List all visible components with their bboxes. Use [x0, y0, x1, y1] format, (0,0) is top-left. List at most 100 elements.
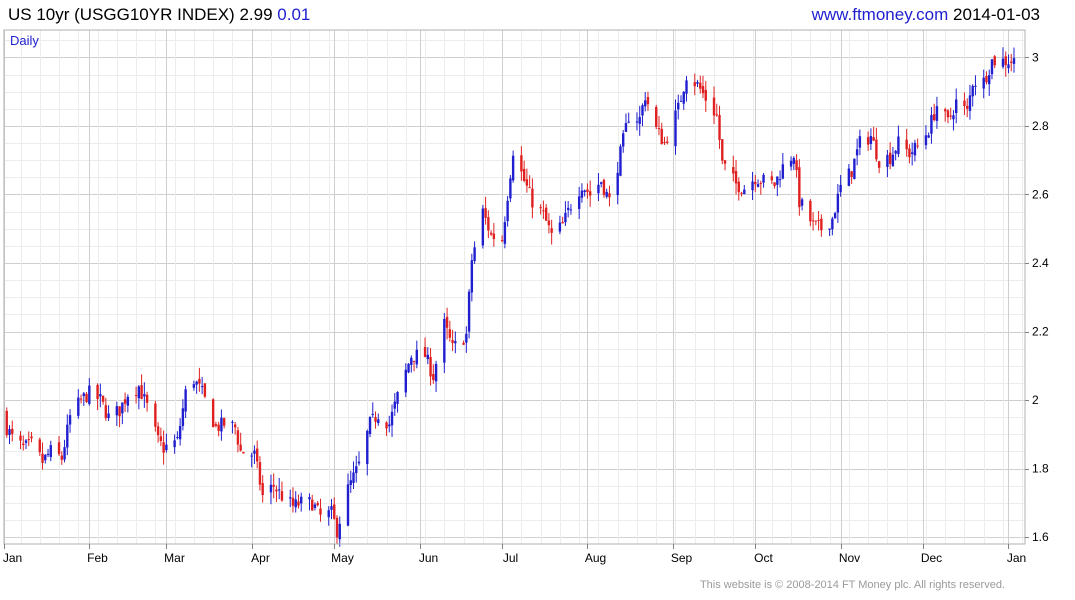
candle-up	[481, 208, 485, 246]
x-tick-label: Jun	[419, 551, 438, 565]
copyright-notice: This website is © 2008-2014 FT Money plc…	[699, 579, 1005, 591]
candle-down	[663, 142, 666, 144]
candle-up	[751, 181, 754, 191]
candle-up	[847, 168, 851, 186]
candle-down	[423, 347, 427, 358]
candle-down	[211, 399, 215, 428]
candle-up	[913, 142, 917, 156]
candle-up	[792, 157, 796, 164]
candle-down	[877, 161, 881, 168]
candle-down	[721, 139, 724, 161]
candle-down	[704, 89, 707, 101]
candle-up	[82, 393, 86, 397]
candle-down	[660, 128, 663, 145]
candle-up	[410, 357, 413, 365]
candle-up	[300, 496, 303, 504]
candle-down	[875, 139, 878, 160]
candle-down	[432, 373, 435, 380]
candle-up	[982, 77, 985, 89]
candle-up	[743, 189, 746, 195]
candle-up	[231, 421, 234, 423]
candle-up	[355, 466, 358, 473]
candle-up	[470, 260, 474, 293]
candle-up	[599, 182, 603, 184]
candle-up	[313, 504, 317, 508]
candle-down	[57, 442, 61, 455]
y-tick-label: 2.2	[1032, 325, 1049, 339]
candle-up	[886, 154, 889, 167]
candle-down	[547, 220, 551, 226]
y-tick-label: 1.6	[1032, 530, 1049, 544]
candle-up	[390, 411, 394, 426]
candle-up	[778, 179, 782, 181]
candle-up	[619, 146, 622, 176]
candle-up	[396, 391, 399, 404]
candle-down	[30, 436, 33, 439]
candle-down	[275, 489, 278, 492]
candle-down	[217, 424, 220, 431]
candle-up	[165, 444, 168, 451]
candle-down	[943, 109, 947, 112]
candle-down	[159, 436, 163, 442]
candle-up	[605, 191, 608, 197]
candle-down	[872, 137, 875, 141]
candle-down	[272, 484, 275, 487]
candle-up	[924, 135, 928, 146]
candle-down	[203, 383, 207, 397]
candlestick-chart: Jan Feb Mar Apr May Jun Jul Aug Sep Oct Nov Dec Jan 1…	[3, 29, 1049, 565]
candle-up	[434, 363, 438, 382]
candle-up	[839, 185, 842, 193]
candle-up	[220, 417, 223, 432]
candle-up	[677, 102, 680, 110]
candle-down	[993, 56, 996, 66]
candle-up	[776, 176, 779, 185]
candle-down	[905, 139, 908, 150]
candle-up	[377, 419, 380, 424]
candle-up	[352, 472, 355, 483]
candle-up	[137, 386, 141, 399]
candle-down	[522, 168, 526, 181]
x-tick-label: Aug	[585, 551, 606, 565]
candle-down	[550, 228, 553, 233]
candle-up	[250, 455, 253, 457]
candle-down	[795, 160, 798, 171]
y-tick-label: 2.8	[1032, 119, 1049, 133]
candle-up	[990, 59, 994, 75]
candle-up	[346, 484, 350, 526]
candle-up	[910, 152, 914, 154]
candle-up	[781, 164, 785, 179]
candle-up	[974, 85, 977, 87]
candle-up	[388, 424, 391, 427]
x-tick-label: Feb	[87, 551, 108, 565]
candle-up	[954, 99, 958, 114]
candle-down	[140, 385, 143, 399]
candle-down	[484, 208, 487, 218]
candle-up	[952, 115, 955, 120]
candle-down	[316, 503, 319, 506]
candle-down	[759, 182, 763, 184]
candle-up	[269, 484, 273, 493]
y-tick-label: 2	[1032, 393, 1039, 407]
candle-up	[930, 114, 933, 134]
candle-up	[63, 447, 66, 460]
candle-up	[88, 385, 91, 404]
candle-down	[79, 398, 83, 400]
candle-down	[311, 499, 314, 511]
candle-down	[85, 393, 88, 403]
candle-up	[1012, 58, 1016, 64]
candle-down	[333, 504, 336, 519]
candle-down	[154, 403, 157, 427]
candle-down	[770, 176, 774, 181]
candle-up	[46, 453, 50, 455]
candle-up	[173, 440, 176, 448]
candle-down	[723, 160, 727, 164]
candle-down	[699, 82, 702, 89]
candle-down	[19, 435, 22, 441]
candle-up	[506, 200, 509, 222]
candle-up	[971, 85, 974, 97]
candle-up	[366, 430, 369, 465]
candle-down	[773, 182, 776, 186]
candle-down	[60, 455, 63, 460]
candle-down	[222, 418, 226, 426]
candle-down	[754, 181, 757, 185]
